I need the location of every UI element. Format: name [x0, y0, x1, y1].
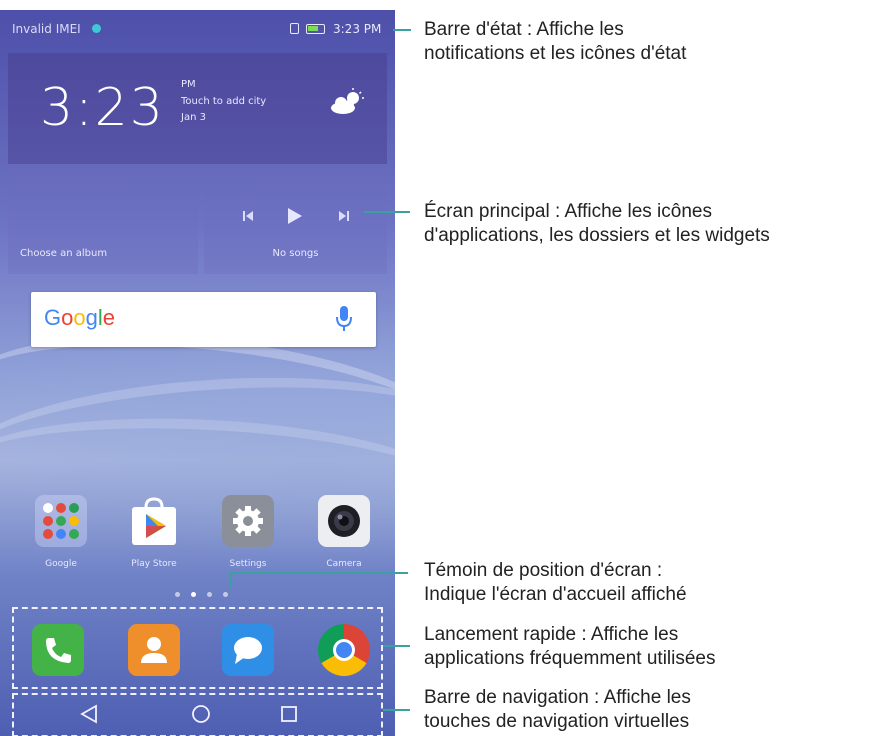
callout-description: applications fréquemment utilisées — [424, 648, 716, 669]
gear-icon — [233, 506, 263, 536]
callout-dock: Lancement rapide : Affiche les applicati… — [424, 623, 716, 671]
status-bar[interactable]: Invalid IMEI 3:23 PM — [0, 10, 395, 46]
mic-icon[interactable] — [336, 305, 352, 333]
album-prompt: Choose an album — [20, 248, 108, 259]
clock-date: Jan 3 — [181, 112, 206, 123]
callout-status-bar: Barre d'état : Affiche les notifications… — [424, 18, 686, 66]
notification-icon — [92, 24, 101, 33]
camera-icon[interactable] — [318, 495, 370, 547]
chrome-center-icon — [333, 639, 355, 661]
callout-description: touches de navigation virtuelles — [424, 711, 690, 732]
callout-line-page-indicator-drop — [230, 572, 232, 588]
callout-title: Barre de navigation : Affiche les — [424, 687, 691, 708]
callout-line-home-screen — [364, 211, 410, 213]
phone-icon[interactable] — [32, 624, 84, 676]
google-logo-letter: e — [102, 305, 116, 330]
callout-description: Indique l'écran d'accueil affiché — [424, 584, 687, 605]
page-dot — [175, 592, 180, 597]
previous-track-icon[interactable] — [238, 206, 258, 226]
callout-title: Lancement rapide : Affiche les — [424, 624, 679, 645]
carrier-label: Invalid IMEI — [12, 22, 81, 36]
messaging-icon[interactable] — [222, 624, 274, 676]
google-search-bar[interactable]: Google — [31, 292, 376, 347]
callout-line-dock — [383, 645, 410, 647]
callout-title: Témoin de position d'écran : — [424, 560, 663, 581]
callout-title: Écran principal : Affiche les icônes — [424, 201, 712, 222]
callout-description: d'applications, les dossiers et les widg… — [424, 225, 770, 246]
play-store-bag-icon — [132, 497, 176, 545]
album-panel[interactable]: Choose an album — [8, 168, 198, 274]
callout-line-status-bar — [393, 29, 411, 31]
callout-title: Barre d'état : Affiche les — [424, 19, 624, 40]
next-track-icon[interactable] — [334, 206, 354, 226]
person-icon — [141, 637, 167, 663]
clock-ampm: PM — [181, 79, 196, 90]
chrome-icon[interactable] — [318, 624, 370, 676]
handset-icon — [46, 638, 71, 663]
folder-grid-icon — [43, 503, 79, 539]
camera-lens-icon — [328, 505, 360, 537]
status-time: 3:23 PM — [333, 22, 382, 36]
app-label-camera: Camera — [326, 559, 362, 569]
google-logo-letter: o — [61, 305, 74, 330]
google-logo-letter: G — [44, 305, 62, 330]
clock-time: 3:23 — [40, 78, 165, 138]
google-logo: Google — [44, 305, 115, 331]
callout-navigation: Barre de navigation : Affiche les touche… — [424, 686, 691, 734]
page-dot-active — [191, 592, 196, 597]
page-dot — [207, 592, 212, 597]
callout-line-page-indicator — [230, 572, 408, 574]
song-status: No songs — [272, 248, 319, 259]
home-icon[interactable] — [186, 701, 216, 727]
app-label-play-store: Play Store — [131, 559, 177, 569]
page-indicator — [175, 592, 235, 600]
cloudy-sun-icon — [331, 88, 364, 114]
callout-description: notifications et les icônes d'état — [424, 43, 687, 64]
sim-icon — [290, 23, 299, 34]
contacts-icon[interactable] — [128, 624, 180, 676]
navigation-bar — [12, 693, 383, 736]
play-store-icon[interactable] — [128, 495, 180, 547]
chat-bubble-icon — [234, 637, 262, 664]
google-folder-icon[interactable] — [35, 495, 87, 547]
settings-icon[interactable] — [222, 495, 274, 547]
phone-screen: Invalid IMEI 3:23 PM 3:23 PM Touch to ad… — [0, 10, 395, 736]
play-icon[interactable] — [284, 206, 304, 226]
clock-weather-widget[interactable]: 3:23 PM Touch to add city Jan 3 — [8, 53, 387, 164]
add-city-link[interactable]: Touch to add city — [181, 96, 266, 107]
callout-home-screen: Écran principal : Affiche les icônes d'a… — [424, 200, 770, 248]
recents-icon[interactable] — [274, 701, 304, 727]
google-logo-letter: o — [73, 305, 86, 330]
back-icon[interactable] — [74, 701, 104, 727]
page-dot — [223, 592, 228, 597]
app-label-google: Google — [45, 559, 77, 569]
google-logo-letter: g — [85, 305, 98, 330]
callout-page-indicator: Témoin de position d'écran : Indique l'é… — [424, 559, 687, 607]
app-label-settings: Settings — [229, 559, 267, 569]
callout-line-navigation — [383, 709, 410, 711]
music-controls-panel: No songs — [204, 168, 387, 274]
battery-icon — [306, 24, 325, 34]
